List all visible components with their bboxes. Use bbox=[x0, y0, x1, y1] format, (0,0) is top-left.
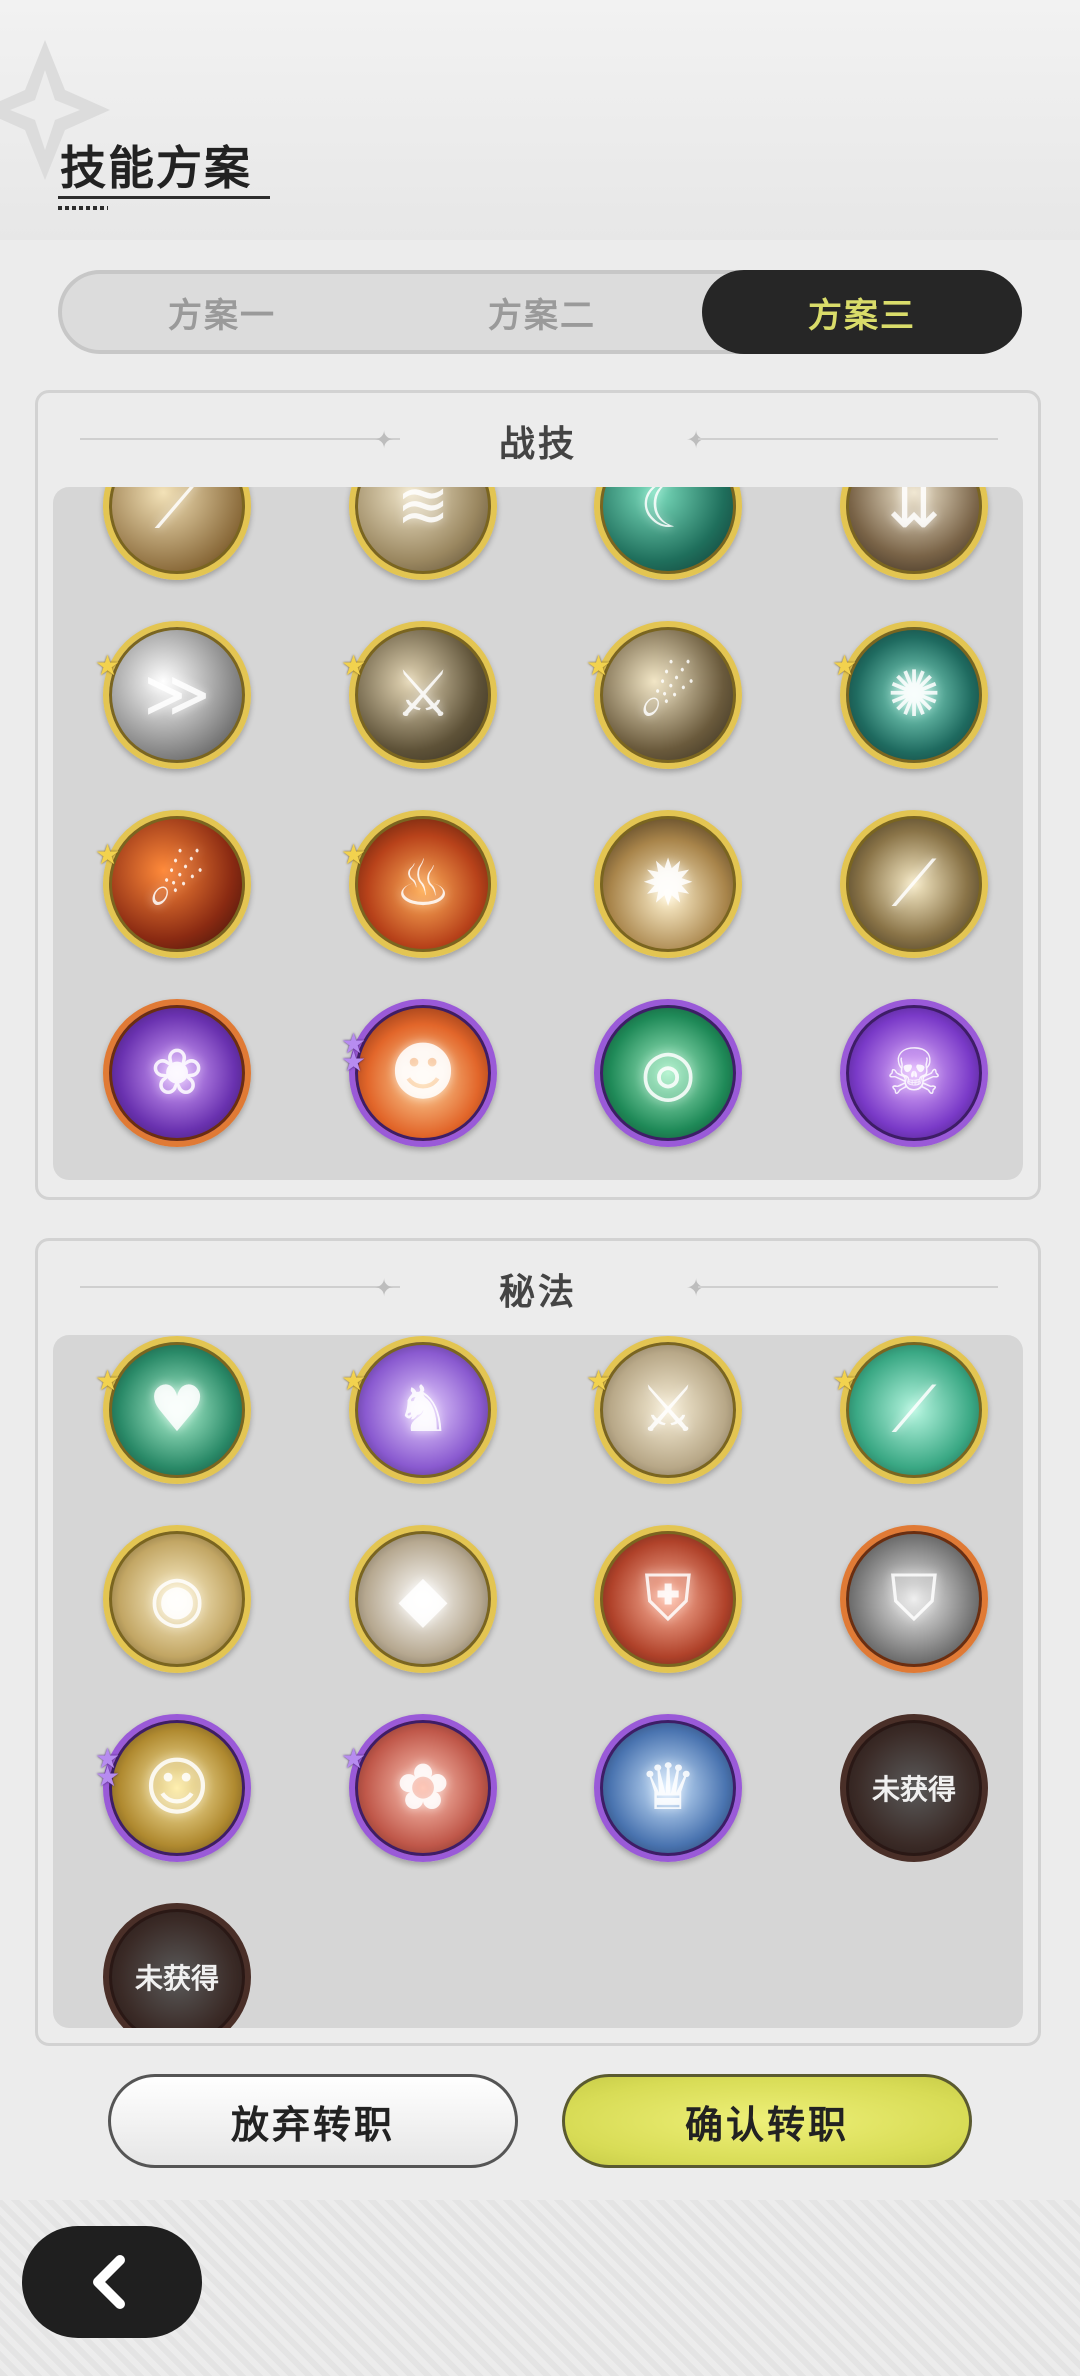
sword-buff-skill-icon[interactable]: ⚔ bbox=[594, 1336, 742, 1484]
thorn-rose-skill-icon[interactable]: ❀ bbox=[103, 999, 251, 1147]
skill-glyph: ☻ bbox=[389, 1036, 457, 1110]
skill-glyph: ⟋ bbox=[891, 1373, 937, 1447]
star-icon: ★ bbox=[95, 487, 125, 492]
star-icon: ★ bbox=[586, 649, 612, 682]
skill-glyph: ⟋ bbox=[154, 487, 200, 543]
heal-heart-skill-icon[interactable]: ♥ bbox=[103, 1336, 251, 1484]
combat-skills-title: 战技 bbox=[498, 424, 577, 465]
combat-skills-panel: ✦ 战技 ✦ ⟋★≋★☾★⇊★≫★⚔★☄★✺★☄★♨★✹⟋❀☻★★◎☠ bbox=[35, 390, 1041, 1200]
skill-glyph: ❀ bbox=[150, 1036, 204, 1110]
panel-header: ✦ 秘法 ✦ bbox=[38, 1241, 1038, 1331]
skill-glyph: ◉ bbox=[149, 1562, 205, 1636]
tab-plan-2[interactable]: 方案二 bbox=[382, 270, 702, 354]
star-icon: ★ bbox=[341, 649, 367, 682]
skill-glyph: ☄ bbox=[639, 658, 697, 732]
skill-glyph: ⛉ bbox=[890, 1562, 938, 1636]
star-icon: ★ bbox=[832, 1364, 858, 1397]
skill-glyph: ☄ bbox=[148, 847, 206, 921]
wolf-spirit-skill-icon[interactable]: ♞ bbox=[349, 1336, 497, 1484]
abandon-job-change-button[interactable]: 放弃转职 bbox=[108, 2074, 518, 2168]
skill-glyph: ☠ bbox=[885, 1036, 943, 1110]
phantom-dash-skill-icon[interactable]: ≫ bbox=[103, 621, 251, 769]
light-slash-skill-icon[interactable]: ⟋ bbox=[840, 810, 988, 958]
ghost-face-skill-icon[interactable]: ☠ bbox=[840, 999, 988, 1147]
skill-glyph: ≫ bbox=[143, 658, 211, 732]
secret-arts-title: 秘法 bbox=[498, 1272, 577, 1313]
whirlwind-skill-icon[interactable]: ≋ bbox=[349, 487, 497, 580]
sword-thrust-skill-icon[interactable]: ⚔ bbox=[349, 621, 497, 769]
secret-arts-grid: ♥ ★ ♞ ★ ⚔ ★ ⟋ ★ ◉ ◆ ⛨ ⛉ ☺ ★ ★ ✿ ★ ♛ 未获得 未获得 bbox=[53, 1335, 1023, 2028]
skill-glyph: ♨ bbox=[394, 847, 452, 921]
header-band bbox=[0, 0, 1080, 240]
claw-slash-skill-icon[interactable]: ⟋ bbox=[103, 487, 251, 580]
flame-ring-skill-icon[interactable]: ♨ bbox=[349, 810, 497, 958]
star-icon: ★ bbox=[341, 487, 371, 492]
panel-header: ✦ 战技 ✦ bbox=[38, 393, 1038, 483]
confirm-job-change-button[interactable]: 确认转职 bbox=[562, 2074, 972, 2168]
star-icon: ★ bbox=[95, 1760, 121, 1793]
emerald-blade-skill-icon[interactable]: ⟋ bbox=[840, 1336, 988, 1484]
skill-glyph: ☾ bbox=[639, 487, 697, 543]
crystal-shard-skill-icon[interactable]: ◆ bbox=[349, 1525, 497, 1673]
blood-cloud-skill-icon[interactable]: ✿ bbox=[349, 1714, 497, 1862]
skill-glyph: ♥ bbox=[148, 1373, 206, 1447]
plan-tabbar: 方案一 方案二 方案三 bbox=[58, 270, 1022, 354]
star-icon: ★ bbox=[832, 487, 862, 492]
star-icon: ★ bbox=[95, 838, 121, 871]
fire-spirit-skill-icon[interactable]: ☻ bbox=[349, 999, 497, 1147]
skill-glyph: ≋ bbox=[396, 487, 450, 543]
locked-skill-icon[interactable]: 未获得 bbox=[103, 1903, 251, 2028]
skill-glyph: ⟋ bbox=[891, 847, 937, 921]
skill-glyph: ⚔ bbox=[394, 658, 452, 732]
armor-skill-icon[interactable]: ⛨ bbox=[594, 1525, 742, 1673]
skill-glyph: ⚔ bbox=[639, 1373, 697, 1447]
fire-slash-skill-icon[interactable]: ☄ bbox=[103, 810, 251, 958]
locked-skill-icon[interactable]: 未获得 bbox=[840, 1714, 988, 1862]
skill-glyph: ☺ bbox=[143, 1751, 211, 1825]
ice-crown-skill-icon[interactable]: ♛ bbox=[594, 1714, 742, 1862]
all-seeing-eye-skill-icon[interactable]: ◉ bbox=[103, 1525, 251, 1673]
leap-strike-skill-icon[interactable]: ☄ bbox=[594, 621, 742, 769]
star-icon: ★ bbox=[341, 1045, 367, 1078]
star-icon: ★ bbox=[832, 649, 858, 682]
crescent-wave-skill-icon[interactable]: ☾ bbox=[594, 487, 742, 580]
star-icon: ★ bbox=[341, 1742, 367, 1775]
skill-glyph: ◆ bbox=[398, 1562, 448, 1636]
sparkle-icon: ✦ bbox=[686, 1274, 707, 1302]
combat-skills-grid: ⟋★≋★☾★⇊★≫★⚔★☄★✺★☄★♨★✹⟋❀☻★★◎☠ bbox=[53, 487, 1023, 1180]
locked-label: 未获得 bbox=[134, 1962, 219, 1995]
title-dots bbox=[58, 206, 108, 210]
ground-burst-skill-icon[interactable]: ✹ bbox=[594, 810, 742, 958]
star-icon: ★ bbox=[341, 1364, 367, 1397]
skill-glyph: ✹ bbox=[641, 847, 695, 921]
page-title: 技能方案 bbox=[60, 141, 252, 195]
skill-glyph: ⛨ bbox=[644, 1562, 692, 1636]
chevron-left-icon bbox=[93, 2255, 125, 2309]
skill-glyph: ◎ bbox=[640, 1036, 696, 1110]
divider-line bbox=[698, 1286, 998, 1288]
golden-aura-skill-icon[interactable]: ☺ bbox=[103, 1714, 251, 1862]
locked-label: 未获得 bbox=[871, 1773, 956, 1806]
tab-plan-3[interactable]: 方案三 bbox=[702, 270, 1022, 354]
skill-glyph: ✿ bbox=[396, 1751, 450, 1825]
divider-line bbox=[698, 438, 998, 440]
star-icon: ★ bbox=[95, 1364, 121, 1397]
star-icon: ★ bbox=[586, 487, 616, 492]
title-underline bbox=[58, 196, 270, 199]
secret-arts-panel: ✦ 秘法 ✦ ♥ ★ ♞ ★ ⚔ ★ ⟋ ★ ◉ ◆ ⛨ ⛉ ☺ ★ ★ ✿ ★ ♛ 未获得 未获得 bbox=[35, 1238, 1041, 2046]
skill-glyph: ✺ bbox=[887, 658, 941, 732]
wind-vortex-skill-icon[interactable]: ◎ bbox=[594, 999, 742, 1147]
star-icon: ★ bbox=[586, 1364, 612, 1397]
back-button[interactable] bbox=[22, 2226, 202, 2338]
spider-web-skill-icon[interactable]: ✺ bbox=[840, 621, 988, 769]
skill-glyph: ♞ bbox=[394, 1373, 452, 1447]
star-icon: ★ bbox=[95, 649, 121, 682]
sword-rain-skill-icon[interactable]: ⇊ bbox=[840, 487, 988, 580]
sparkle-icon: ✦ bbox=[686, 426, 707, 454]
shield-guard-skill-icon[interactable]: ⛉ bbox=[840, 1525, 988, 1673]
skill-glyph: ⇊ bbox=[887, 487, 941, 543]
star-icon: ★ bbox=[341, 838, 367, 871]
tab-plan-1[interactable]: 方案一 bbox=[62, 270, 382, 354]
skill-glyph: ♛ bbox=[639, 1751, 697, 1825]
